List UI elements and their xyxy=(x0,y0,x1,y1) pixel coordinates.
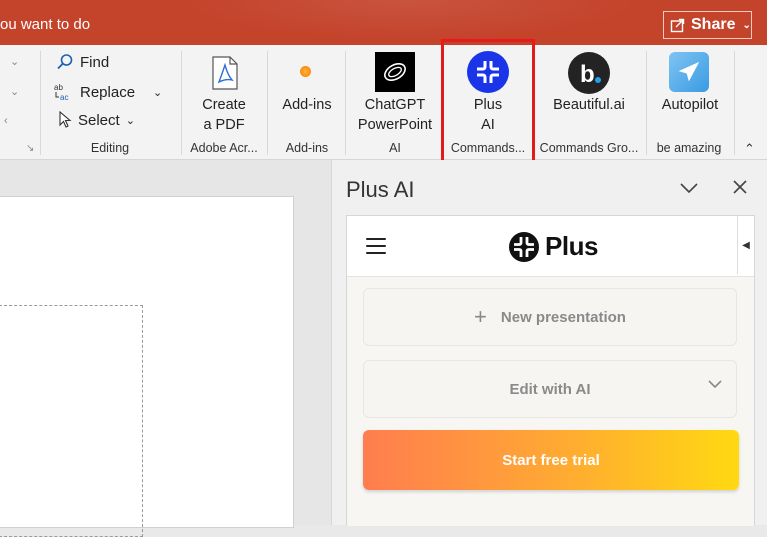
beautiful-ai-button[interactable]: b xyxy=(568,52,610,94)
group-label-be-amazing: be amazing xyxy=(656,141,722,155)
label-line: a PDF xyxy=(203,117,245,133)
autopilot-button[interactable] xyxy=(669,52,709,92)
replace-icon: ab ac xyxy=(54,83,68,102)
autopilot-label[interactable]: Autopilot xyxy=(650,95,730,115)
sidebar-toggle-tab[interactable]: ◀ xyxy=(737,216,754,274)
add-ins-label[interactable]: Add-ins xyxy=(270,95,344,115)
label-line: Create xyxy=(202,97,246,113)
group-label-editing: Editing xyxy=(90,141,130,155)
plus-logo: Plus xyxy=(509,231,598,262)
edit-with-ai-button[interactable]: Edit with AI xyxy=(363,360,737,418)
replace-button[interactable]: ab ac Replace ⌄ xyxy=(54,82,162,102)
share-button[interactable]: Share ⌄ xyxy=(663,11,752,39)
content-placeholder[interactable] xyxy=(0,305,143,537)
label-line: PowerPoint xyxy=(357,117,433,133)
add-ins-icon xyxy=(299,65,311,77)
title-bar: ou want to do Share ⌄ xyxy=(0,0,767,45)
edit-with-ai-label: Edit with AI xyxy=(509,380,591,398)
replace-label: Replace xyxy=(80,83,136,101)
group-separator xyxy=(646,51,647,155)
group-label-commands-group: Commands Gro... xyxy=(539,141,639,155)
chevron-down-icon xyxy=(708,380,722,389)
beautiful-ai-label[interactable]: Beautiful.ai xyxy=(542,95,636,115)
start-free-trial-label: Start free trial xyxy=(502,451,600,469)
new-presentation-button[interactable]: + New presentation xyxy=(363,288,737,346)
create-pdf-button[interactable] xyxy=(208,55,242,91)
find-button[interactable]: Find xyxy=(56,53,109,71)
label-line: ChatGPT xyxy=(364,97,426,113)
chevron-down-icon[interactable]: ⌄ xyxy=(742,20,750,31)
chevron-down-icon[interactable]: ⌄ xyxy=(10,85,19,98)
close-icon[interactable] xyxy=(733,180,747,194)
chevron-left-icon[interactable]: ‹ xyxy=(4,115,8,127)
collapse-ribbon-icon[interactable]: ⌃ xyxy=(744,141,755,157)
chevron-down-icon[interactable]: ⌄ xyxy=(10,55,19,68)
create-pdf-label[interactable]: Create a PDF xyxy=(184,95,264,135)
chatgpt-powerpoint-button[interactable] xyxy=(375,52,415,92)
search-icon xyxy=(57,54,73,70)
select-label: Select xyxy=(78,111,120,129)
group-separator xyxy=(267,51,268,155)
group-separator xyxy=(734,51,735,155)
start-free-trial-button[interactable]: Start free trial xyxy=(363,430,739,490)
group-separator xyxy=(181,51,182,155)
cursor-arrow-icon xyxy=(59,111,72,128)
plus-icon: + xyxy=(474,304,487,329)
airplane-icon xyxy=(678,61,700,82)
hamburger-menu-icon[interactable] xyxy=(366,238,386,254)
find-label: Find xyxy=(80,53,110,71)
share-label: Share xyxy=(691,16,736,33)
svg-text:b: b xyxy=(580,61,595,86)
pane-title: Plus AI xyxy=(346,177,415,202)
group-separator xyxy=(40,51,41,155)
pdf-document-icon xyxy=(212,56,238,90)
share-icon xyxy=(670,18,685,33)
add-ins-button[interactable] xyxy=(290,59,320,83)
slide-canvas[interactable] xyxy=(0,196,294,537)
plus-ai-frame: Plus ◀ + New presentation Edit with AI S… xyxy=(346,215,755,526)
plus-logo-text: Plus xyxy=(545,231,598,261)
title-bar-decoration xyxy=(180,0,640,40)
caret-left-icon: ◀ xyxy=(742,239,750,251)
tell-me-search[interactable]: ou want to do xyxy=(0,16,90,33)
plus-logo-icon xyxy=(509,231,539,262)
group-label-add-ins: Add-ins xyxy=(285,141,329,155)
group-label-ai: AI xyxy=(389,141,401,155)
select-button[interactable]: Select ⌄ xyxy=(58,111,135,129)
ribbon: ⌄ ⌄ ‹ ↘ Find ab ac Replace ⌄ Select ⌄ Ed… xyxy=(0,45,767,160)
plus-header: Plus ◀ xyxy=(347,216,754,277)
plus-ai-task-pane: Plus AI Plus ◀ + New presentation Edit w… xyxy=(331,160,767,526)
svg-text:ac: ac xyxy=(60,93,68,102)
new-presentation-label: New presentation xyxy=(500,308,626,326)
chatgpt-label[interactable]: ChatGPT PowerPoint xyxy=(350,95,440,135)
highlight-box xyxy=(441,39,535,171)
slide-editing-area xyxy=(0,160,331,537)
chevron-down-icon[interactable] xyxy=(680,182,698,194)
svg-text:ab: ab xyxy=(54,83,63,92)
chatgpt-logo-icon xyxy=(384,63,406,81)
group-separator xyxy=(345,51,346,155)
dialog-launcher-icon[interactable]: ↘ xyxy=(26,143,34,154)
chevron-down-icon[interactable]: ⌄ xyxy=(153,86,162,99)
beautiful-ai-logo-icon: b xyxy=(580,61,601,86)
group-label-adobe: Adobe Acr... xyxy=(190,141,258,155)
chevron-down-icon[interactable]: ⌄ xyxy=(126,114,135,127)
